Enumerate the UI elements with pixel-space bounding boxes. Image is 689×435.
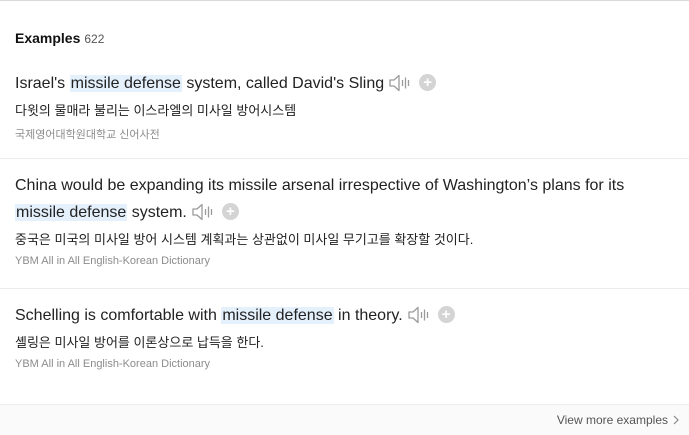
- example-sentence: Schelling is comfortable with missile de…: [15, 302, 675, 329]
- example-source: YBM All in All English-Korean Dictionary: [15, 255, 211, 267]
- example-sentence: Israel's missile defense system, called …: [15, 70, 675, 97]
- section-title: Examples: [15, 30, 81, 46]
- top-border: [0, 0, 689, 1]
- examples-header: Examples 622: [15, 30, 104, 46]
- speaker-icon[interactable]: [191, 202, 215, 222]
- sentence-text: in theory.: [333, 307, 403, 324]
- example-item: Schelling is comfortable with missile de…: [15, 302, 675, 370]
- sentence-text: Schelling is comfortable with: [15, 307, 222, 324]
- sentence-text: Israel's: [15, 75, 70, 92]
- examples-count: 622: [84, 32, 105, 46]
- sentence-text: system, called David's Sling: [181, 75, 385, 92]
- example-source: 국제영어대학원대학교 신어사전: [15, 129, 160, 141]
- highlighted-term: missile defense: [15, 204, 128, 221]
- highlighted-term: missile defense: [69, 75, 182, 92]
- highlighted-term: missile defense: [221, 307, 334, 324]
- example-translation: 다윗의 물매라 불리는 이스라엘의 미사일 방어시스템: [15, 103, 297, 118]
- speaker-icon[interactable]: [388, 73, 412, 93]
- divider: [0, 288, 689, 289]
- view-more-label: View more examples: [556, 413, 668, 427]
- plus-circle-icon[interactable]: +: [437, 306, 455, 324]
- divider: [0, 158, 689, 159]
- plus-circle-icon[interactable]: +: [221, 203, 239, 221]
- sentence-text: system.: [127, 204, 187, 221]
- chevron-right-icon: [673, 415, 679, 425]
- example-item: Israel's missile defense system, called …: [15, 70, 675, 142]
- speaker-icon[interactable]: [407, 305, 431, 325]
- example-item: China would be expanding its missile ars…: [15, 172, 675, 267]
- example-source: YBM All in All English-Korean Dictionary: [15, 358, 211, 370]
- example-translation: 셸링은 미사일 방어를 이론상으로 납득을 한다.: [15, 335, 264, 350]
- view-more-link[interactable]: View more examples: [557, 413, 679, 427]
- plus-circle-icon[interactable]: +: [419, 74, 437, 92]
- example-sentence: China would be expanding its missile ars…: [15, 172, 675, 226]
- footer-bar: View more examples: [0, 404, 689, 435]
- sentence-text: China would be expanding its missile ars…: [15, 177, 625, 194]
- example-translation: 중국은 미국의 미사일 방어 시스템 계획과는 상관없이 미사일 무기고를 확장…: [15, 232, 474, 247]
